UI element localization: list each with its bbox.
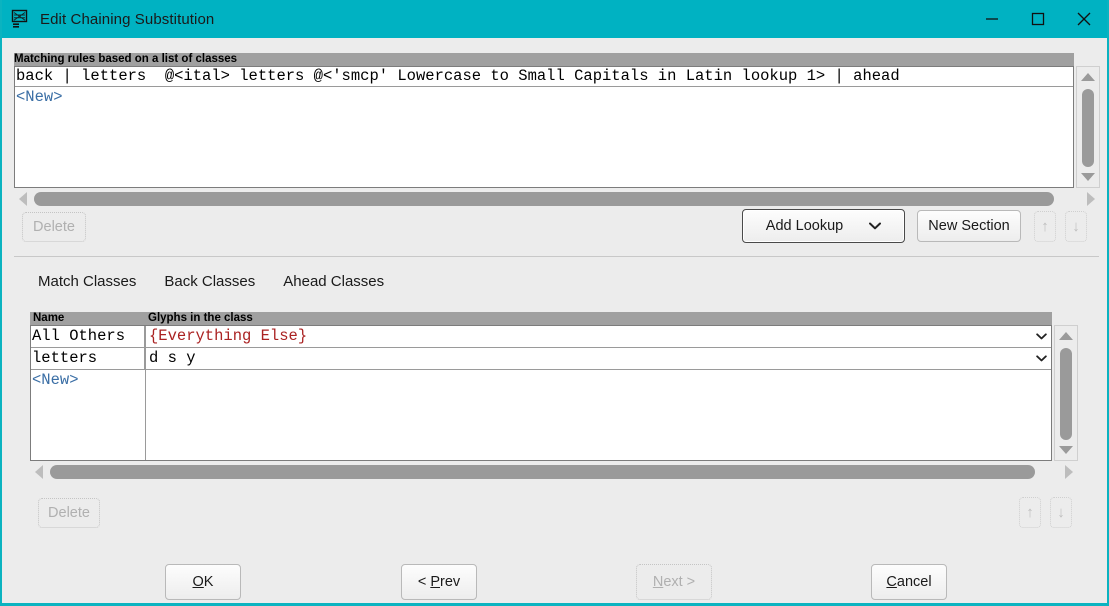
grid-horizontal-scrollbar[interactable] <box>30 462 1078 482</box>
rule-row-new[interactable]: <New> <box>15 87 1073 108</box>
ok-label: OK <box>192 574 214 590</box>
scroll-right-arrow-icon[interactable] <box>1082 189 1100 209</box>
class-name-cell-new[interactable]: <New> <box>31 370 145 460</box>
rule-row[interactable]: back | letters @<ital> letters @<'smcp' … <box>15 67 1073 87</box>
scroll-left-arrow-icon[interactable] <box>14 189 32 209</box>
window-title: Edit Chaining Substitution <box>40 10 215 28</box>
matching-rules-header: Matching rules based on a list of classe… <box>14 53 1074 66</box>
chevron-down-icon <box>869 222 882 230</box>
scroll-right-arrow-icon[interactable] <box>1060 462 1078 482</box>
grid-move-down-button[interactable]: ↓ <box>1050 497 1072 528</box>
column-divider <box>145 326 146 460</box>
table-row[interactable]: letters d s y <box>31 348 1051 370</box>
section-divider <box>14 256 1099 257</box>
table-row[interactable]: All Others {Everything Else} <box>31 326 1051 348</box>
grid-vertical-scrollbar[interactable] <box>1054 325 1078 461</box>
scrollbar-thumb[interactable] <box>34 192 1054 206</box>
grid-move-up-button[interactable]: ↑ <box>1019 497 1041 528</box>
scroll-up-arrow-icon[interactable] <box>1055 327 1077 345</box>
window-controls <box>969 0 1107 38</box>
cancel-button[interactable]: Cancel <box>871 564 947 600</box>
class-name-cell[interactable]: letters <box>31 348 145 369</box>
rules-move-up-button[interactable]: ↑ <box>1034 211 1056 242</box>
class-name-cell[interactable]: All Others <box>31 326 145 347</box>
scroll-up-arrow-icon[interactable] <box>1077 68 1099 86</box>
rules-move-down-button[interactable]: ↓ <box>1065 211 1087 242</box>
chevron-down-icon[interactable] <box>1033 351 1049 366</box>
scrollbar-thumb[interactable] <box>1060 348 1072 440</box>
chevron-down-icon[interactable] <box>1033 329 1049 344</box>
column-header-glyphs: Glyphs in the class <box>145 312 1052 325</box>
rules-horizontal-scrollbar[interactable] <box>14 189 1100 209</box>
rules-delete-button[interactable]: Delete <box>22 212 86 242</box>
prev-label: < Prev <box>417 574 461 590</box>
class-glyphs-cell-new[interactable] <box>145 370 1051 460</box>
next-label: Next > <box>652 574 696 590</box>
scroll-down-arrow-icon[interactable] <box>1055 441 1077 459</box>
new-section-button[interactable]: New Section <box>917 210 1021 242</box>
add-lookup-button[interactable]: Add Lookup <box>742 209 905 243</box>
table-row-new[interactable]: <New> <box>31 370 1051 460</box>
dialog-window: Edit Chaining Substitution Matching rule… <box>0 0 1109 606</box>
scrollbar-thumb[interactable] <box>1082 89 1094 167</box>
prev-button[interactable]: < Prev <box>401 564 477 600</box>
next-button[interactable]: Next > <box>636 564 712 600</box>
tab-back-classes[interactable]: Back Classes <box>150 268 269 295</box>
matching-rules-section: Matching rules based on a list of classe… <box>14 53 1100 209</box>
fontforge-glyph-icon <box>11 9 31 29</box>
add-lookup-label: Add Lookup <box>765 218 844 234</box>
minimize-icon[interactable] <box>969 0 1015 38</box>
tab-match-classes[interactable]: Match Classes <box>24 268 150 295</box>
scroll-down-arrow-icon[interactable] <box>1077 168 1099 186</box>
maximize-icon[interactable] <box>1015 0 1061 38</box>
cancel-label: Cancel <box>886 574 932 590</box>
class-grid-section: Name Glyphs in the class All Others {Eve… <box>30 312 1099 487</box>
class-grid-header: Name Glyphs in the class <box>30 312 1052 325</box>
close-icon[interactable] <box>1061 0 1107 38</box>
class-grid-list[interactable]: All Others {Everything Else} letters d s… <box>30 325 1052 461</box>
class-tabs: Match Classes Back Classes Ahead Classes <box>24 268 398 295</box>
matching-rules-list[interactable]: back | letters @<ital> letters @<'smcp' … <box>14 66 1074 188</box>
column-header-name: Name <box>30 312 145 325</box>
title-bar: Edit Chaining Substitution <box>2 0 1107 38</box>
scrollbar-thumb[interactable] <box>50 465 1035 479</box>
rules-vertical-scrollbar[interactable] <box>1076 66 1100 188</box>
scroll-left-arrow-icon[interactable] <box>30 462 48 482</box>
class-glyphs-cell[interactable]: d s y <box>145 348 1051 369</box>
ok-button[interactable]: OK <box>165 564 241 600</box>
tab-ahead-classes[interactable]: Ahead Classes <box>269 268 398 295</box>
grid-delete-button[interactable]: Delete <box>38 498 100 528</box>
class-glyphs-cell[interactable]: {Everything Else} <box>145 326 1051 347</box>
